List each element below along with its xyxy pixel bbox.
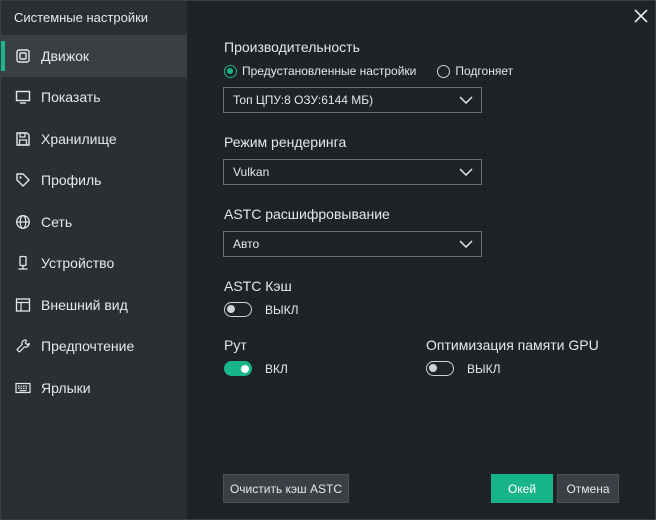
astc-cache-state: ВЫКЛ: [265, 302, 299, 317]
chevron-down-icon: [459, 240, 473, 249]
chevron-down-icon: [459, 168, 473, 177]
sidebar-item-network[interactable]: Сеть: [1, 201, 187, 243]
astc-cache-toggle[interactable]: [224, 302, 252, 317]
sidebar-item-appearance[interactable]: Внешний вид: [1, 284, 187, 326]
root-toggle[interactable]: [224, 361, 252, 376]
toggle-knob: [241, 364, 249, 373]
sidebar-item-engine[interactable]: Движок: [1, 35, 187, 77]
settings-window: Системные настройки Движок Показать Хран…: [0, 0, 656, 520]
toggle-knob: [429, 364, 437, 372]
window-title: Системные настройки: [14, 10, 149, 25]
sidebar-item-display[interactable]: Показать: [1, 77, 187, 119]
sidebar: Системные настройки Движок Показать Хран…: [1, 1, 187, 519]
root-state: ВКЛ: [265, 361, 288, 376]
clear-astc-cache-button[interactable]: Очистить кэш ASTC: [223, 474, 349, 503]
rendering-mode-value: Vulkan: [233, 165, 270, 179]
gpu-memory-state: ВЫКЛ: [467, 361, 501, 376]
engine-icon: [15, 48, 31, 64]
root-toggle-row: ВКЛ: [224, 361, 288, 376]
astc-cache-toggle-row: ВЫКЛ: [224, 302, 299, 317]
gpu-memory-toggle-row: ВЫКЛ: [426, 361, 501, 376]
sidebar-item-label: Движок: [41, 47, 90, 64]
sidebar-item-profile[interactable]: Профиль: [1, 160, 187, 202]
performance-preset-value: Топ ЦПУ:8 ОЗУ:6144 МБ): [233, 93, 374, 107]
sidebar-item-storage[interactable]: Хранилище: [1, 118, 187, 160]
gpu-memory-toggle[interactable]: [426, 361, 454, 376]
cancel-button[interactable]: Отмена: [557, 474, 619, 503]
astc-decode-label: ASTC расшифровывание: [224, 206, 390, 222]
radio-unchecked-icon: [437, 64, 451, 78]
performance-mode-group: Предустановленные настройки Подгоняет: [224, 64, 513, 78]
sidebar-item-shortcuts[interactable]: Ярлыки: [1, 367, 187, 409]
display-icon: [15, 89, 31, 105]
sidebar-item-label: Сеть: [41, 213, 73, 230]
toggle-knob: [227, 305, 235, 313]
sidebar-item-label: Показать: [41, 89, 101, 106]
custom-radio[interactable]: Подгоняет: [437, 64, 513, 78]
radio-checked-icon: [224, 64, 237, 78]
sidebar-item-label: Устройство: [41, 255, 115, 272]
performance-label: Производительность: [224, 39, 360, 55]
device-icon: [15, 255, 31, 271]
sidebar-item-label: Внешний вид: [41, 296, 128, 313]
sidebar-item-label: Хранилище: [41, 130, 117, 147]
custom-radio-label: Подгоняет: [455, 64, 514, 78]
wrench-icon: [15, 338, 31, 354]
performance-preset-select[interactable]: Топ ЦПУ:8 ОЗУ:6144 МБ): [223, 87, 482, 113]
sidebar-item-preferences[interactable]: Предпочтение: [1, 326, 187, 368]
sidebar-item-label: Профиль: [41, 172, 102, 189]
storage-icon: [15, 131, 31, 147]
sidebar-item-label: Предпочтение: [41, 338, 135, 355]
sidebar-nav: Движок Показать Хранилище Профиль Сеть У…: [1, 35, 187, 409]
appearance-icon: [15, 297, 31, 313]
engine-settings-panel: Производительность Предустановленные нас…: [187, 1, 656, 519]
astc-cache-label: ASTC Кэш: [224, 278, 292, 294]
preset-radio[interactable]: Предустановленные настройки: [224, 64, 416, 78]
rendering-mode-select[interactable]: Vulkan: [223, 159, 482, 185]
globe-icon: [15, 214, 31, 230]
root-label: Рут: [224, 337, 247, 353]
tag-icon: [15, 172, 31, 188]
ok-button[interactable]: Окей: [491, 474, 553, 503]
gpu-memory-label: Оптимизация памяти GPU: [426, 337, 599, 353]
astc-decode-value: Авто: [233, 237, 260, 251]
chevron-down-icon: [459, 96, 473, 105]
astc-decode-select[interactable]: Авто: [223, 231, 482, 257]
preset-radio-label: Предустановленные настройки: [242, 64, 417, 78]
sidebar-item-label: Ярлыки: [41, 379, 91, 396]
sidebar-item-device[interactable]: Устройство: [1, 243, 187, 285]
keyboard-icon: [15, 380, 31, 396]
rendering-label: Режим рендеринга: [224, 134, 347, 150]
